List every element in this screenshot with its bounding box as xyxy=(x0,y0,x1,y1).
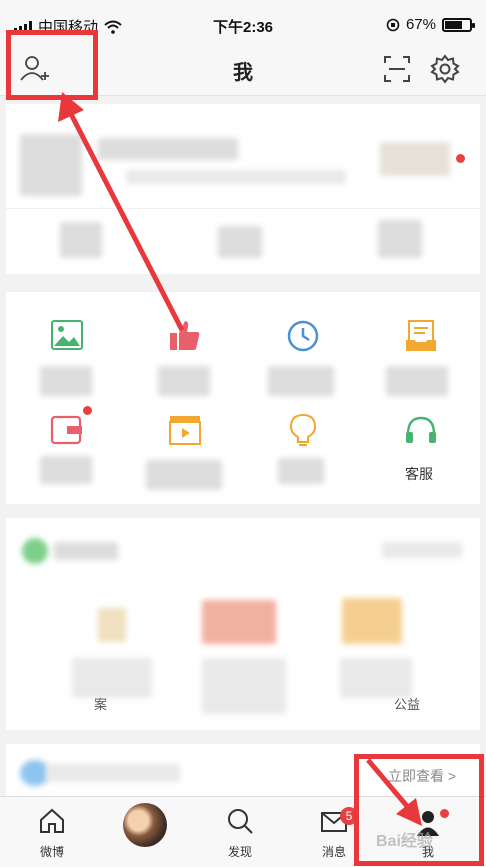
video-clapper-icon xyxy=(169,416,201,445)
notification-dot xyxy=(83,406,92,415)
welfare-text xyxy=(202,658,286,714)
scan-button[interactable] xyxy=(380,52,414,86)
tab-label: 微博 xyxy=(39,845,64,859)
grid-item-album[interactable] xyxy=(6,318,124,410)
followers-count[interactable] xyxy=(378,220,422,258)
home-icon xyxy=(40,808,64,833)
grid-label: 客服 xyxy=(405,466,433,482)
status-right: 67% xyxy=(386,16,475,33)
highlight-box-me-tab xyxy=(354,754,484,866)
avatar xyxy=(20,134,82,196)
lightbulb-icon xyxy=(289,413,317,446)
tab-home[interactable]: 微博 xyxy=(12,803,92,863)
rotation-lock-icon xyxy=(386,18,400,31)
grid-item-customer-service[interactable]: 客服 xyxy=(360,412,478,504)
vip-badge xyxy=(380,142,450,176)
grid-item-idea[interactable] xyxy=(242,412,360,504)
avatar xyxy=(123,803,167,847)
profile-card[interactable] xyxy=(6,104,480,274)
headset-icon xyxy=(406,416,436,443)
thumbs-up-icon xyxy=(170,321,200,350)
divider xyxy=(6,208,480,209)
image-icon xyxy=(51,320,83,350)
grid-item-likes[interactable] xyxy=(124,318,242,410)
highlight-box-add-friend xyxy=(6,30,98,100)
welfare-item-right[interactable]: 公益 xyxy=(394,694,420,713)
grid-item-video[interactable] xyxy=(124,412,242,504)
weibo-count[interactable] xyxy=(60,222,102,258)
grid-item-wallet[interactable] xyxy=(6,406,124,504)
welfare-text xyxy=(340,658,412,698)
promo-title xyxy=(46,764,180,782)
notification-dot xyxy=(456,154,465,163)
scan-icon xyxy=(384,56,410,82)
clock-icon xyxy=(287,320,319,352)
welfare-icon xyxy=(342,598,402,644)
welfare-text xyxy=(72,658,152,698)
user-description xyxy=(126,170,346,184)
welfare-icon xyxy=(202,600,276,644)
grid-item-drafts[interactable] xyxy=(360,318,478,410)
gear-icon xyxy=(430,54,460,84)
grid-item-history[interactable] xyxy=(242,318,360,410)
wallet-icon xyxy=(50,415,82,445)
following-count[interactable] xyxy=(218,226,262,258)
tab-discover[interactable]: 发现 xyxy=(200,803,280,863)
settings-button[interactable] xyxy=(428,52,462,86)
welfare-more[interactable] xyxy=(382,542,462,558)
welfare-logo xyxy=(22,538,48,564)
welfare-icon xyxy=(98,608,126,642)
battery-percent: 67% xyxy=(405,16,436,33)
username xyxy=(98,138,238,160)
search-icon xyxy=(228,809,253,834)
function-grid: 客服 xyxy=(6,292,480,504)
drafts-icon xyxy=(406,320,436,351)
tab-label: 发现 xyxy=(227,845,252,859)
welfare-card: 案 公益 xyxy=(6,518,480,730)
tab-compose[interactable] xyxy=(105,803,185,863)
welfare-title xyxy=(54,542,118,560)
welfare-item-left[interactable]: 案 xyxy=(94,694,107,713)
battery-icon xyxy=(442,17,475,32)
